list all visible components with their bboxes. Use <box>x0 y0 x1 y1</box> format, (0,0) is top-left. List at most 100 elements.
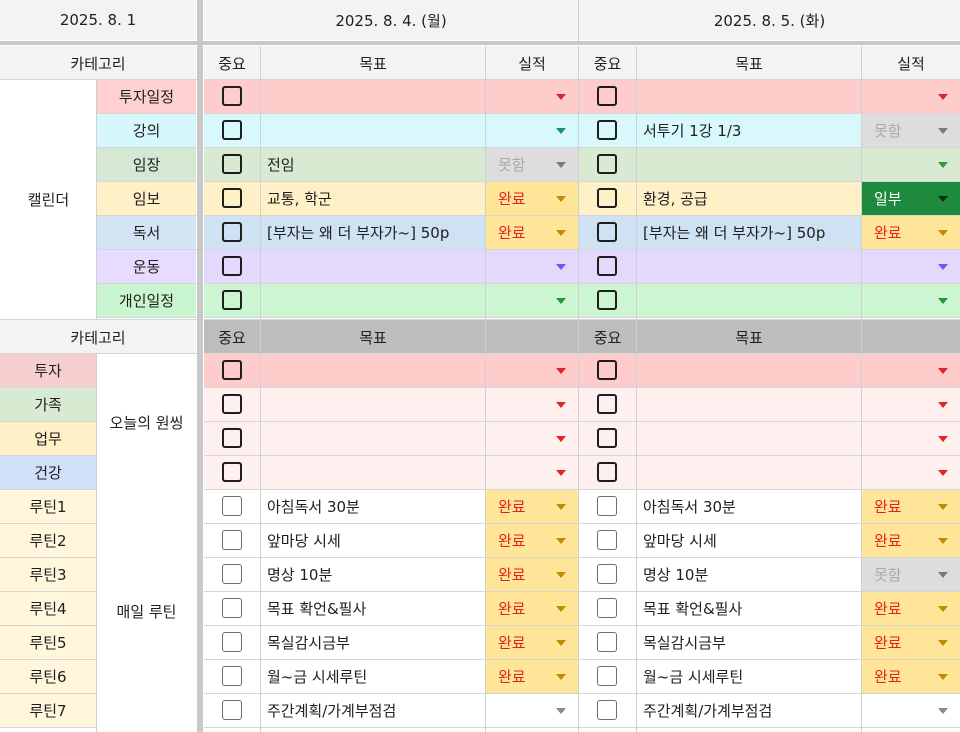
goal-cell[interactable] <box>261 354 578 387</box>
goal-cell[interactable]: 목표 확언&필사 <box>261 592 486 625</box>
dropdown-arrow-icon[interactable] <box>556 368 566 374</box>
important-checkbox[interactable] <box>597 188 617 208</box>
goal-cell[interactable] <box>637 284 862 317</box>
important-checkbox[interactable] <box>597 632 617 652</box>
important-checkbox[interactable] <box>222 564 242 584</box>
dropdown-arrow-icon[interactable] <box>938 128 948 134</box>
important-checkbox[interactable] <box>597 666 617 686</box>
important-checkbox[interactable] <box>597 360 617 380</box>
important-checkbox[interactable] <box>597 496 617 516</box>
important-checkbox[interactable] <box>222 120 242 140</box>
goal-cell[interactable] <box>637 388 960 421</box>
important-checkbox[interactable] <box>597 462 617 482</box>
dropdown-arrow-icon[interactable] <box>938 504 948 510</box>
important-checkbox[interactable] <box>597 154 617 174</box>
dropdown-arrow-icon[interactable] <box>556 402 566 408</box>
goal-cell[interactable]: 교통, 학군 <box>261 182 486 215</box>
goal-cell[interactable] <box>261 456 578 489</box>
important-checkbox[interactable] <box>222 666 242 686</box>
dropdown-arrow-icon[interactable] <box>556 298 566 304</box>
important-checkbox[interactable] <box>597 700 617 720</box>
important-checkbox[interactable] <box>222 700 242 720</box>
dropdown-arrow-icon[interactable] <box>556 674 566 680</box>
date-day1[interactable]: 2025. 8. 4. (월) <box>204 0 578 40</box>
goal-cell[interactable] <box>637 354 960 387</box>
important-checkbox[interactable] <box>222 394 242 414</box>
goal-cell[interactable]: 아침독서 30분 <box>637 490 862 523</box>
goal-cell[interactable]: 앞마당 시세 <box>637 524 862 557</box>
dropdown-arrow-icon[interactable] <box>938 230 948 236</box>
goal-cell[interactable] <box>637 148 862 181</box>
goal-cell[interactable] <box>261 284 486 317</box>
dropdown-arrow-icon[interactable] <box>938 368 948 374</box>
dropdown-arrow-icon[interactable] <box>938 538 948 544</box>
goal-cell[interactable]: 주간계획/가계부점검 <box>261 694 486 727</box>
dropdown-arrow-icon[interactable] <box>556 128 566 134</box>
dropdown-arrow-icon[interactable] <box>938 470 948 476</box>
important-checkbox[interactable] <box>597 564 617 584</box>
goal-cell[interactable]: 목실감시금부 <box>637 626 862 659</box>
dropdown-arrow-icon[interactable] <box>556 230 566 236</box>
goal-cell[interactable] <box>261 250 486 283</box>
goal-cell[interactable]: [부자는 왜 더 부자가~] 50p <box>261 216 486 249</box>
goal-cell[interactable]: 목실감시금부 <box>261 626 486 659</box>
important-checkbox[interactable] <box>222 154 242 174</box>
goal-cell[interactable] <box>637 80 862 113</box>
goal-cell[interactable]: [부자는 왜 더 부자가~] 50p <box>637 216 862 249</box>
goal-cell[interactable]: 월~금 시세루틴 <box>637 660 862 693</box>
goal-cell[interactable] <box>637 250 862 283</box>
important-checkbox[interactable] <box>597 222 617 242</box>
dropdown-arrow-icon[interactable] <box>938 196 948 202</box>
goal-cell[interactable]: 명상 10분 <box>261 558 486 591</box>
dropdown-arrow-icon[interactable] <box>556 708 566 714</box>
dropdown-arrow-icon[interactable] <box>556 196 566 202</box>
important-checkbox[interactable] <box>597 428 617 448</box>
dropdown-arrow-icon[interactable] <box>938 162 948 168</box>
dropdown-arrow-icon[interactable] <box>556 572 566 578</box>
dropdown-arrow-icon[interactable] <box>938 298 948 304</box>
important-checkbox[interactable] <box>222 462 242 482</box>
dropdown-arrow-icon[interactable] <box>938 606 948 612</box>
goal-cell[interactable]: 서투기 1강 1/3 <box>637 114 862 147</box>
dropdown-arrow-icon[interactable] <box>556 94 566 100</box>
goal-cell[interactable]: 월~금 시세루틴 <box>261 660 486 693</box>
dropdown-arrow-icon[interactable] <box>938 402 948 408</box>
dropdown-arrow-icon[interactable] <box>556 264 566 270</box>
dropdown-arrow-icon[interactable] <box>556 436 566 442</box>
dropdown-arrow-icon[interactable] <box>556 538 566 544</box>
date-day2[interactable]: 2025. 8. 5. (화) <box>579 0 960 40</box>
dropdown-arrow-icon[interactable] <box>556 162 566 168</box>
goal-cell[interactable]: 앞마당 시세 <box>261 524 486 557</box>
dropdown-arrow-icon[interactable] <box>556 640 566 646</box>
goal-cell[interactable] <box>637 422 960 455</box>
dropdown-arrow-icon[interactable] <box>556 470 566 476</box>
dropdown-arrow-icon[interactable] <box>938 640 948 646</box>
goal-cell[interactable] <box>261 80 486 113</box>
important-checkbox[interactable] <box>222 86 242 106</box>
dropdown-arrow-icon[interactable] <box>938 94 948 100</box>
date-left[interactable]: 2025. 8. 1 <box>0 0 196 40</box>
goal-cell[interactable]: 명상 10분 <box>637 558 862 591</box>
dropdown-arrow-icon[interactable] <box>938 708 948 714</box>
important-checkbox[interactable] <box>222 360 242 380</box>
goal-cell[interactable] <box>261 388 578 421</box>
goal-cell[interactable]: 환경, 공급 <box>637 182 862 215</box>
important-checkbox[interactable] <box>222 496 242 516</box>
dropdown-arrow-icon[interactable] <box>938 264 948 270</box>
important-checkbox[interactable] <box>222 290 242 310</box>
goal-cell[interactable]: 주간계획/가계부점검 <box>637 694 862 727</box>
dropdown-arrow-icon[interactable] <box>938 674 948 680</box>
important-checkbox[interactable] <box>597 120 617 140</box>
goal-cell[interactable]: 전임 <box>261 148 486 181</box>
dropdown-arrow-icon[interactable] <box>938 436 948 442</box>
important-checkbox[interactable] <box>597 86 617 106</box>
important-checkbox[interactable] <box>222 222 242 242</box>
important-checkbox[interactable] <box>597 394 617 414</box>
important-checkbox[interactable] <box>597 290 617 310</box>
goal-cell[interactable] <box>637 456 960 489</box>
important-checkbox[interactable] <box>222 256 242 276</box>
important-checkbox[interactable] <box>222 598 242 618</box>
important-checkbox[interactable] <box>222 188 242 208</box>
dropdown-arrow-icon[interactable] <box>938 572 948 578</box>
dropdown-arrow-icon[interactable] <box>556 606 566 612</box>
